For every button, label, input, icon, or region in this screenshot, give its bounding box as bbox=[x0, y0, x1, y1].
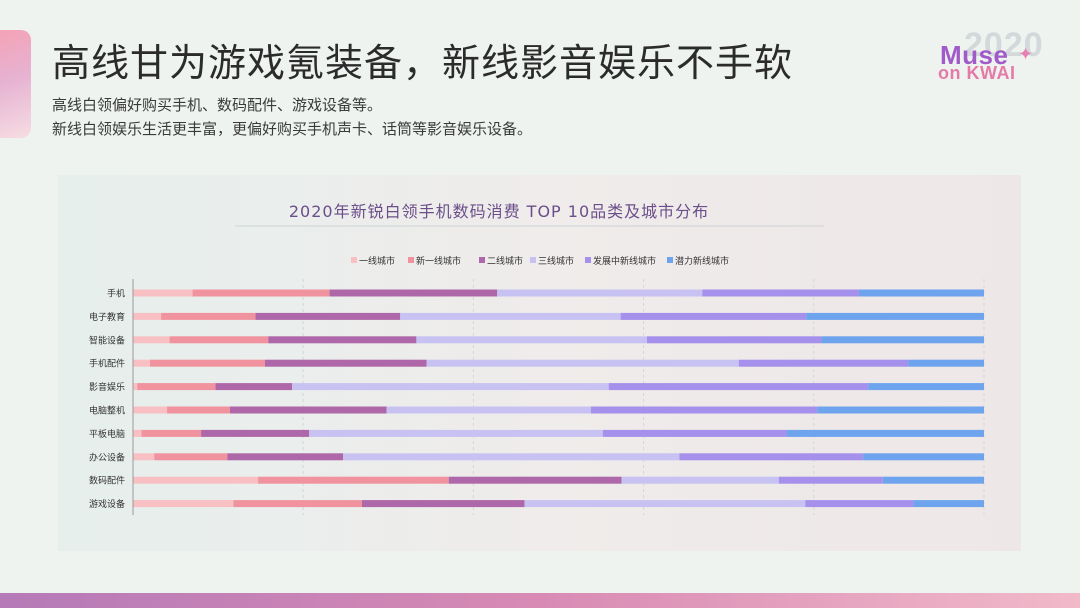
bar-segment bbox=[133, 383, 138, 391]
bar-segment bbox=[215, 383, 293, 391]
bar-segment bbox=[621, 476, 779, 484]
bar-segment bbox=[329, 289, 498, 297]
bar-segment bbox=[268, 336, 417, 344]
bar-segment bbox=[201, 429, 310, 437]
bar-segment bbox=[738, 359, 909, 367]
bar-segment bbox=[258, 476, 449, 484]
bar-segment bbox=[137, 383, 216, 391]
stacked-bar-chart: 2020年新锐白领手机数码消费 TOP 10品类及城市分布 一线城市 新一线城市 二… bbox=[89, 202, 985, 515]
legend-label: 新一线城市 bbox=[416, 255, 461, 267]
bar-segment bbox=[192, 289, 330, 297]
subtitle-line-2: 新线白领娱乐生活更丰富，更偏好购买手机声卡、话筒等影音娱乐设备。 bbox=[52, 120, 533, 138]
bar-segment bbox=[805, 500, 914, 508]
bar-segment bbox=[133, 289, 193, 297]
category-label: 手机配件 bbox=[89, 358, 125, 370]
slide-accent-bar bbox=[0, 30, 31, 138]
legend-label: 潜力新线城市 bbox=[675, 255, 729, 267]
category-label: 数码配件 bbox=[89, 475, 125, 487]
bar-segment bbox=[702, 289, 859, 297]
bar-segment bbox=[233, 500, 362, 508]
category-label: 电脑整机 bbox=[89, 405, 125, 417]
category-label: 智能设备 bbox=[89, 334, 125, 346]
logo-sparkle-icon: ✦ bbox=[1018, 44, 1034, 65]
category-label: 平板电脑 bbox=[89, 428, 125, 440]
bar-segment bbox=[230, 406, 387, 414]
bar-segment bbox=[647, 336, 822, 344]
bar-segment bbox=[141, 429, 202, 437]
bar-segment bbox=[602, 429, 787, 437]
bar-segment bbox=[786, 429, 984, 437]
legend-swatch bbox=[408, 257, 414, 263]
category-label: 影音娱乐 bbox=[89, 381, 125, 393]
bar-segment bbox=[227, 453, 344, 461]
chart-legend: 一线城市 新一线城市 二线城市 三线城市 发展中新线城市 潜力新线城市 bbox=[351, 255, 729, 267]
bar-segment bbox=[868, 383, 984, 391]
bar-segment bbox=[133, 476, 259, 484]
bar-segment bbox=[913, 500, 984, 508]
bar-segment bbox=[426, 359, 739, 367]
category-label: 游戏设备 bbox=[89, 498, 125, 510]
logo-kwai-text: on KWAI bbox=[938, 63, 1016, 83]
bar-segment bbox=[386, 406, 591, 414]
bar-segment bbox=[309, 429, 603, 437]
bar-segment bbox=[821, 336, 984, 344]
bar-segment bbox=[858, 289, 984, 297]
legend-label: 三线城市 bbox=[538, 255, 574, 267]
category-label: 电子教育 bbox=[89, 311, 125, 323]
chart-card: 2020年新锐白领手机数码消费 TOP 10品类及城市分布 一线城市 新一线城市 二… bbox=[58, 175, 1021, 551]
bar-segment bbox=[154, 453, 228, 461]
bar-segment bbox=[590, 406, 818, 414]
bar-segment bbox=[908, 359, 984, 367]
legend-swatch bbox=[667, 257, 673, 263]
bar-segment bbox=[133, 453, 155, 461]
subtitle-line-1: 高线白领偏好购买手机、数码配件、游戏设备等。 bbox=[52, 96, 383, 114]
bar-segment bbox=[817, 406, 984, 414]
bar-segment bbox=[343, 453, 680, 461]
bar-segment bbox=[133, 336, 170, 344]
bar-segment bbox=[524, 500, 806, 508]
bar-segment bbox=[161, 312, 256, 320]
bar-segment bbox=[167, 406, 231, 414]
legend-swatch bbox=[479, 257, 485, 263]
bar-segment bbox=[133, 429, 142, 437]
bar-segment bbox=[416, 336, 648, 344]
legend-label: 二线城市 bbox=[487, 255, 523, 267]
page-title: 高线甘为游戏氪装备，新线影音娱乐不手软 bbox=[52, 41, 794, 85]
bar-segment bbox=[255, 312, 401, 320]
chart-category-labels: 手机电子教育智能设备手机配件影音娱乐电脑整机平板电脑办公设备数码配件游戏设备 bbox=[89, 288, 125, 511]
bar-segment bbox=[264, 359, 427, 367]
bar-segment bbox=[863, 453, 984, 461]
bar-segment bbox=[133, 500, 234, 508]
bar-segment bbox=[620, 312, 807, 320]
bar-segment bbox=[169, 336, 269, 344]
bar-segment bbox=[806, 312, 984, 320]
legend-swatch bbox=[585, 257, 591, 263]
legend-label: 发展中新线城市 bbox=[593, 255, 656, 267]
bar-segment bbox=[497, 289, 703, 297]
legend-swatch bbox=[351, 257, 357, 263]
bar-segment bbox=[882, 476, 984, 484]
bar-segment bbox=[133, 312, 162, 320]
category-label: 办公设备 bbox=[89, 451, 125, 463]
bar-segment bbox=[150, 359, 265, 367]
bottom-gradient-strip bbox=[0, 593, 1080, 608]
bar-segment bbox=[133, 406, 168, 414]
bar-segment bbox=[448, 476, 622, 484]
muse-on-kwai-logo: 2020 Muse on KWAI ✦ bbox=[934, 26, 1044, 90]
chart-bars bbox=[133, 289, 984, 508]
chart-title: 2020年新锐白领手机数码消费 TOP 10品类及城市分布 bbox=[289, 202, 709, 221]
bar-segment bbox=[778, 476, 883, 484]
legend-swatch bbox=[530, 257, 536, 263]
bar-segment bbox=[361, 500, 525, 508]
bar-segment bbox=[679, 453, 864, 461]
bar-segment bbox=[133, 359, 151, 367]
bar-segment bbox=[292, 383, 609, 391]
bar-segment bbox=[400, 312, 621, 320]
category-label: 手机 bbox=[107, 288, 125, 300]
legend-label: 一线城市 bbox=[359, 255, 395, 267]
bar-segment bbox=[608, 383, 869, 391]
